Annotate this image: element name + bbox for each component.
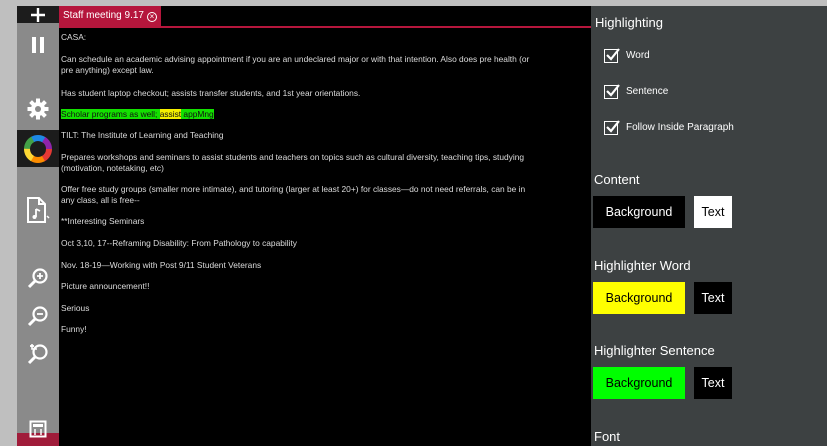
color-wheel-icon	[24, 134, 52, 163]
left-toolbar	[17, 6, 59, 446]
zoom-out-button[interactable]	[17, 303, 59, 329]
checkmark-icon	[606, 48, 620, 61]
content-background-swatch[interactable]: Background	[593, 196, 685, 228]
color-theme-button[interactable]	[17, 130, 59, 167]
word-option-label: Word	[626, 50, 650, 61]
add-icon	[30, 7, 46, 23]
paragraph: Serious	[61, 303, 90, 313]
paragraph: Can schedule an academic advising appoin…	[61, 54, 530, 64]
highlighter-word-text-swatch[interactable]: Text	[694, 282, 732, 314]
reader-view-button[interactable]	[17, 418, 59, 440]
zoom-in-button[interactable]	[17, 265, 59, 291]
highlighting-heading: Highlighting	[595, 15, 663, 30]
paragraph: pre anything) except law.	[61, 65, 154, 75]
audio-file-icon	[25, 196, 51, 224]
follow-paragraph-checkbox[interactable]	[604, 120, 620, 135]
paragraph: any class, all is free--	[61, 195, 140, 205]
document-tab[interactable]: Staff meeting 9.17 ×	[59, 6, 161, 26]
reset-zoom-icon	[27, 343, 49, 365]
paragraph: (motivation, notetaking, etc)	[61, 163, 164, 173]
paragraph: TILT: The Institute of Learning and Teac…	[61, 130, 224, 140]
highlighter-sentence-text-swatch[interactable]: Text	[694, 367, 732, 399]
zoom-out-icon	[27, 305, 49, 327]
word-highlight: assist	[159, 109, 182, 119]
sentence-highlight-before: Scholar programs as well;	[61, 109, 160, 119]
paragraph: Nov. 18-19—Working with Post 9/11 Studen…	[61, 260, 262, 270]
checkmark-icon	[606, 120, 620, 133]
highlighter-sentence-background-swatch[interactable]: Background	[593, 367, 685, 399]
sentence-highlight-after: appMng	[181, 109, 214, 119]
document-tab-title: Staff meeting 9.17	[63, 10, 144, 21]
pause-icon	[31, 36, 45, 54]
paragraph: Has student laptop checkout; assists tra…	[61, 88, 361, 98]
font-heading: Font	[594, 429, 621, 444]
paragraph: Prepares workshops and seminars to assis…	[61, 152, 525, 162]
paragraph: CASA:	[61, 32, 87, 42]
paragraph: Picture announcement!!	[61, 281, 150, 291]
paragraph: **Interesting Seminars	[61, 216, 145, 226]
paragraph: Oct 3,10, 17--Reframing Disability: From…	[61, 238, 297, 248]
settings-button[interactable]	[17, 94, 59, 124]
highlighted-sentence: Scholar programs as well; assist appMng	[61, 109, 591, 120]
highlighter-word-heading: Highlighter Word	[594, 258, 691, 273]
word-checkbox[interactable]	[604, 48, 620, 63]
follow-paragraph-option-label: Follow Inside Paragraph	[626, 122, 734, 133]
content-heading: Content	[594, 172, 640, 187]
checkmark-icon	[606, 84, 620, 97]
document-area: Staff meeting 9.17 × CASA: Can schedule a…	[59, 6, 591, 446]
tab-bar: Staff meeting 9.17 ×	[59, 6, 591, 28]
highlighter-word-background-swatch[interactable]: Background	[593, 282, 685, 314]
content-text-swatch[interactable]: Text	[694, 196, 732, 228]
paragraph: Offer free study groups (smaller more in…	[61, 184, 526, 194]
audio-export-button[interactable]	[17, 193, 59, 227]
highlighter-sentence-heading: Highlighter Sentence	[594, 343, 715, 358]
pause-button[interactable]	[17, 30, 59, 60]
reset-zoom-button[interactable]	[17, 341, 59, 367]
settings-panel: Highlighting Word Sentence Follow Inside…	[591, 6, 827, 446]
paragraph: Funny!	[61, 324, 87, 334]
add-button[interactable]	[17, 6, 59, 23]
sentence-option-label: Sentence	[626, 86, 669, 97]
close-tab-icon[interactable]: ×	[146, 12, 157, 22]
zoom-in-icon	[27, 267, 49, 289]
gear-icon	[27, 98, 49, 120]
sentence-checkbox[interactable]	[604, 84, 620, 99]
book-icon	[29, 420, 47, 438]
document-content[interactable]: CASA: Can schedule an academic advising …	[61, 32, 591, 444]
